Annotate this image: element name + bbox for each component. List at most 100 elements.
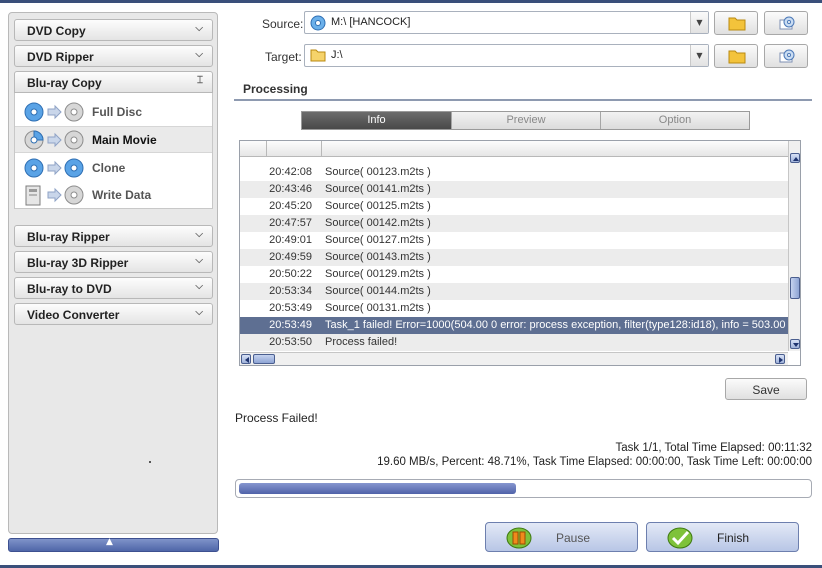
scroll-down-button[interactable]	[790, 339, 800, 349]
category-label: Video Converter	[27, 308, 120, 322]
chevron-down-icon: ⌵	[195, 281, 203, 292]
chevron-down-icon: ⌵	[195, 49, 203, 60]
log-table: 20:42:08 Source( 00123.m2ts ) 20:43:46 S…	[239, 140, 801, 366]
log-time: 20:53:50	[269, 336, 312, 348]
chevron-down-icon: ⌵	[195, 23, 203, 34]
category-bluray-to-dvd[interactable]: Blu-ray to DVD ⌵	[14, 277, 213, 299]
progress-bar	[235, 479, 812, 498]
table-row[interactable]: 20:53:49 Task_1 failed! Error=1000(504.0…	[240, 317, 800, 334]
tab-info[interactable]: Info	[302, 112, 451, 129]
arrow-up-icon	[793, 157, 799, 161]
disc-icon	[310, 15, 326, 34]
table-row[interactable]: 20:53:34 Source( 00144.m2ts )	[240, 283, 788, 300]
target-select[interactable]: J:\ ▼	[304, 44, 709, 67]
log-message: Source( 00144.m2ts )	[325, 285, 431, 297]
checkmark-icon	[665, 526, 695, 553]
submenu-item-full-disc[interactable]: Full Disc	[15, 99, 212, 126]
category-label: Blu-ray Copy	[27, 76, 102, 90]
target-browse-folder-button[interactable]	[714, 44, 758, 68]
save-button[interactable]: Save	[725, 378, 807, 400]
category-bluray-3d-ripper[interactable]: Blu-ray 3D Ripper ⌵	[14, 251, 213, 273]
pause-button[interactable]: Pause	[485, 522, 638, 552]
table-row[interactable]: 20:49:01 Source( 00127.m2ts )	[240, 232, 788, 249]
log-time: 20:49:59	[269, 251, 312, 263]
write-data-icon	[24, 185, 86, 206]
log-message: Source( 00131.m2ts )	[325, 302, 431, 314]
arrow-down-icon	[793, 343, 799, 347]
scroll-right-button[interactable]	[775, 354, 785, 364]
log-message: Source( 00129.m2ts )	[325, 268, 431, 280]
category-video-converter[interactable]: Video Converter ⌵	[14, 303, 213, 325]
category-dvd-ripper[interactable]: DVD Ripper ⌵	[14, 45, 213, 67]
scroll-left-button[interactable]	[241, 354, 251, 364]
source-select[interactable]: M:\ [HANCOCK] ▼	[304, 11, 709, 34]
category-bluray-ripper[interactable]: Blu-ray Ripper ⌵	[14, 225, 213, 247]
log-table-header	[240, 141, 788, 157]
submenu-item-label: Write Data	[92, 188, 152, 202]
vertical-scrollbar[interactable]	[788, 141, 800, 351]
submenu-item-clone[interactable]: Clone	[15, 155, 212, 182]
column-divider	[266, 141, 267, 157]
vertical-scroll-thumb[interactable]	[790, 277, 800, 299]
log-time: 20:43:46	[269, 183, 312, 195]
source-value: M:\ [HANCOCK]	[331, 16, 411, 28]
source-label: Source:	[262, 17, 304, 31]
horizontal-scrollbar[interactable]	[240, 352, 788, 365]
category-label: DVD Copy	[27, 24, 86, 38]
bluray-copy-submenu: Full Disc Main Movie Clone Write Data	[14, 93, 213, 209]
clone-disc-icon	[24, 158, 86, 179]
table-row[interactable]: 20:42:08 Source( 00123.m2ts )	[240, 164, 788, 181]
tab-option[interactable]: Option	[600, 112, 749, 129]
horizontal-scroll-thumb[interactable]	[253, 354, 275, 364]
category-label: DVD Ripper	[27, 50, 94, 64]
category-dvd-copy[interactable]: DVD Copy ⌵	[14, 19, 213, 41]
log-message: Process failed!	[325, 336, 398, 348]
chevron-down-icon[interactable]: ▼	[690, 12, 708, 33]
chevron-down-icon: ⌵	[195, 255, 203, 266]
table-row[interactable]: 20:49:59 Source( 00143.m2ts )	[240, 249, 788, 266]
category-label: Blu-ray Ripper	[27, 230, 110, 244]
target-value: J:\	[331, 49, 343, 61]
open-disc-icon	[779, 16, 795, 30]
table-row[interactable]: 20:43:46 Source( 00141.m2ts )	[240, 181, 788, 198]
table-row[interactable]: 20:53:49 Source( 00131.m2ts )	[240, 300, 788, 317]
chevron-down-icon: ⌵	[195, 307, 203, 318]
arrow-right-icon	[779, 357, 783, 363]
section-title: Processing	[243, 82, 308, 96]
tab-preview[interactable]: Preview	[451, 112, 600, 129]
stray-dot	[149, 461, 151, 463]
log-message: Task_1 failed! Error=1000(504.00 0 error…	[325, 319, 801, 331]
category-label: Blu-ray 3D Ripper	[27, 256, 129, 270]
pause-icon	[504, 526, 534, 553]
submenu-item-label: Clone	[92, 161, 126, 175]
category-bluray-copy[interactable]: Blu-ray Copy ⌶	[14, 71, 213, 93]
log-time: 20:45:20	[269, 200, 312, 212]
target-open-disc-button[interactable]	[764, 44, 808, 68]
log-message: Source( 00141.m2ts )	[325, 183, 431, 195]
chevron-down-icon[interactable]: ▼	[690, 45, 708, 66]
scroll-up-button[interactable]	[790, 153, 800, 163]
table-row[interactable]: 20:45:20 Source( 00125.m2ts )	[240, 198, 788, 215]
submenu-item-main-movie[interactable]: Main Movie	[15, 126, 212, 153]
sidebar-collapse-button[interactable]: ▲	[8, 537, 219, 552]
chevron-down-icon: ⌵	[195, 229, 203, 240]
table-row[interactable]: 20:50:22 Source( 00129.m2ts )	[240, 266, 788, 283]
finish-button[interactable]: Finish	[646, 522, 799, 552]
log-time: 20:47:57	[269, 217, 312, 229]
folder-icon	[728, 17, 746, 31]
log-time: 20:53:49	[269, 319, 312, 331]
tab-bar: Info Preview Option	[301, 111, 750, 130]
main-movie-icon	[24, 130, 86, 151]
target-label: Target:	[265, 50, 302, 64]
pause-label: Pause	[556, 531, 591, 545]
log-time: 20:42:08	[269, 166, 312, 178]
chevron-up-icon: ⌶	[197, 75, 203, 86]
table-row[interactable]: 20:47:57 Source( 00142.m2ts )	[240, 215, 788, 232]
source-browse-folder-button[interactable]	[714, 11, 758, 35]
open-disc-icon	[779, 49, 795, 63]
submenu-item-write-data[interactable]: Write Data	[15, 182, 212, 209]
table-row[interactable]: 20:53:50 Process failed!	[240, 334, 788, 351]
disc-to-disc-icon	[24, 102, 86, 123]
source-open-disc-button[interactable]	[764, 11, 808, 35]
window-top-border	[0, 0, 822, 3]
